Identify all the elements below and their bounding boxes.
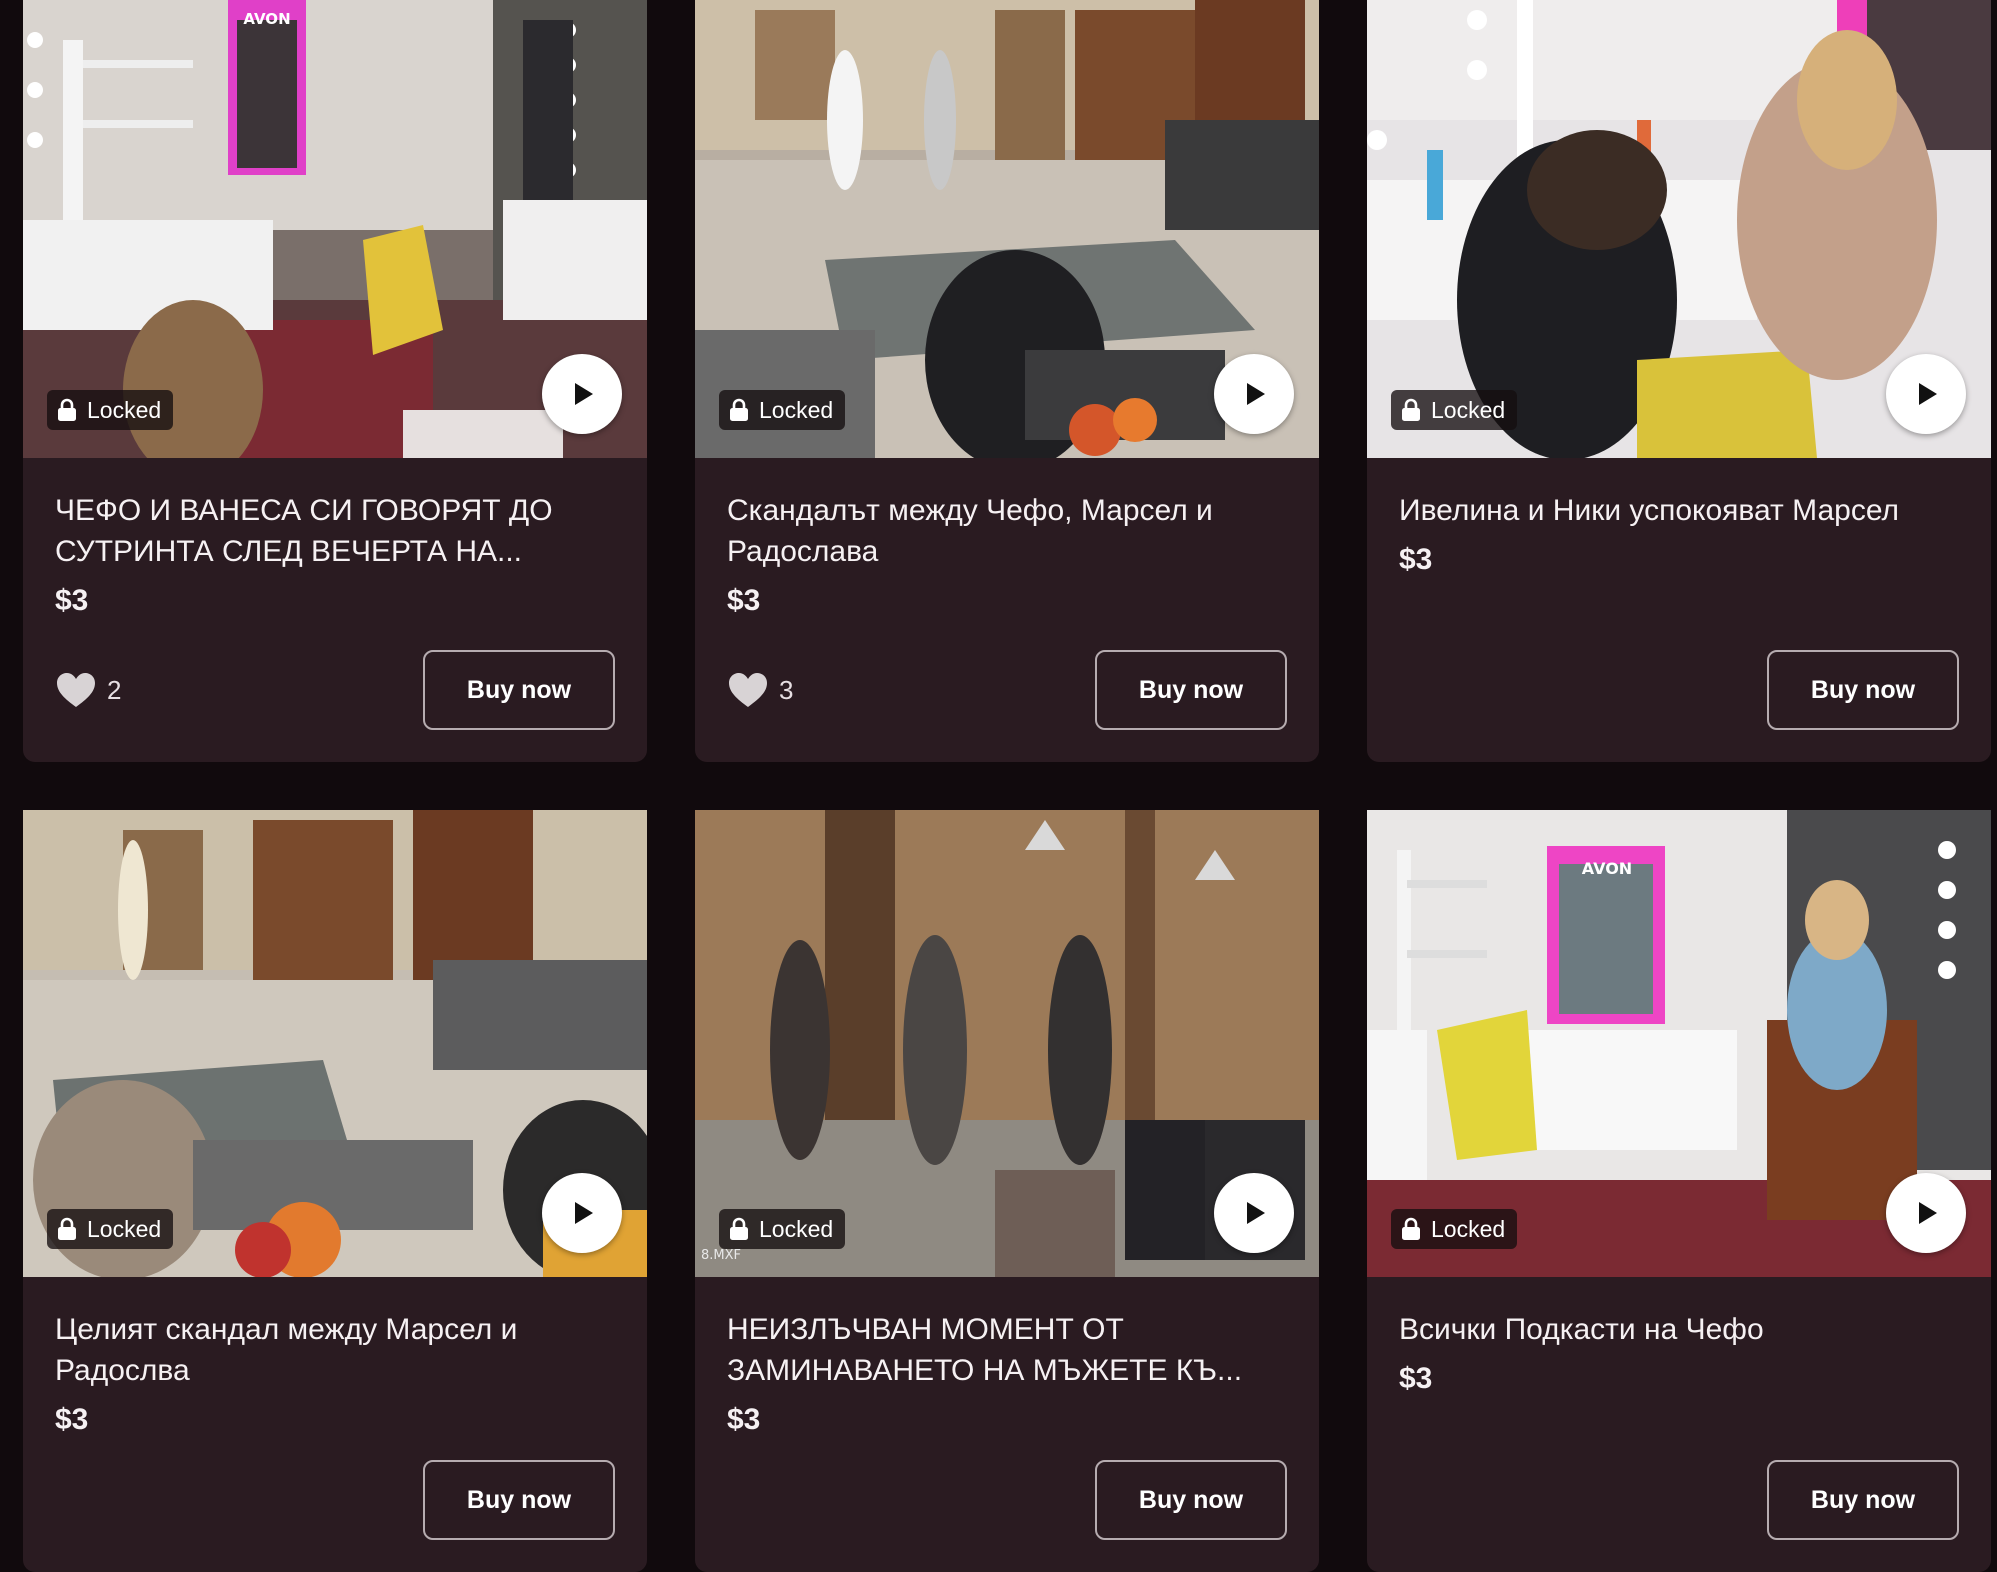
video-price: $3	[727, 584, 761, 617]
video-thumbnail[interactable]: 8.MXF Locked	[695, 810, 1319, 1277]
locked-label: Locked	[759, 396, 834, 423]
video-card[interactable]: 8.MXF Locked НЕИЗЛЪЧВАН МОМЕНТ ОТ ЗАМИНА…	[695, 810, 1319, 1572]
locked-label: Locked	[87, 396, 162, 423]
play-icon	[1247, 1202, 1265, 1224]
heart-icon	[57, 673, 95, 707]
buy-now-button[interactable]: Buy now	[1767, 1460, 1959, 1540]
buy-now-button[interactable]: Buy now	[423, 650, 615, 730]
video-title[interactable]: Скандалът между Чефо, Марсел и Радослава	[727, 490, 1287, 572]
video-price: $3	[1399, 543, 1433, 576]
buy-now-button[interactable]: Buy now	[1095, 1460, 1287, 1540]
play-icon	[575, 383, 593, 405]
locked-label: Locked	[759, 1215, 834, 1242]
video-title[interactable]: Всички Подкасти на Чефо	[1399, 1309, 1959, 1350]
play-icon	[1919, 383, 1937, 405]
lock-icon	[58, 1217, 76, 1240]
locked-badge: Locked	[719, 390, 846, 430]
locked-badge: Locked	[47, 1209, 174, 1249]
card-footer: 3 Buy now	[727, 650, 1287, 730]
heart-icon	[729, 673, 767, 707]
card-footer: Buy now	[1399, 650, 1959, 730]
play-button[interactable]	[1886, 354, 1966, 434]
video-thumbnail[interactable]: AVON Locked	[23, 0, 647, 458]
play-icon	[1247, 383, 1265, 405]
play-button[interactable]	[542, 1173, 622, 1253]
locked-label: Locked	[87, 1215, 162, 1242]
locked-badge: Locked	[47, 390, 174, 430]
video-price: $3	[55, 1403, 89, 1436]
video-grid: AVON Locked ЧЕФО И ВАНЕСА СИ ГОВОРЯТ ДО …	[23, 0, 1991, 1572]
like-count: 2	[107, 674, 122, 705]
lock-icon	[58, 398, 76, 421]
video-card[interactable]: Locked Ивелина и Ники успокояват Марсел …	[1367, 0, 1991, 762]
video-price: $3	[1399, 1362, 1433, 1395]
video-thumbnail[interactable]: Locked	[23, 810, 647, 1277]
video-title[interactable]: Ивелина и Ники успокояват Марсел	[1399, 490, 1959, 531]
lock-icon	[1402, 398, 1420, 421]
like-button[interactable]: 2	[55, 671, 121, 709]
locked-badge: Locked	[1391, 390, 1518, 430]
video-thumbnail[interactable]: Locked	[1367, 0, 1991, 458]
play-button[interactable]	[1886, 1173, 1966, 1253]
buy-now-button[interactable]: Buy now	[1767, 650, 1959, 730]
play-button[interactable]	[542, 354, 622, 434]
lock-icon	[730, 1217, 748, 1240]
buy-now-button[interactable]: Buy now	[423, 1460, 615, 1540]
video-card[interactable]: Locked Целият скандал между Марсел и Рад…	[23, 810, 647, 1572]
video-thumbnail[interactable]: Locked	[695, 0, 1319, 458]
video-card[interactable]: AVON Locked ЧЕФО И ВАНЕСА СИ ГОВОРЯТ ДО …	[23, 0, 647, 762]
video-thumbnail[interactable]: AVON Locked	[1367, 810, 1991, 1277]
lock-icon	[730, 398, 748, 421]
lock-icon	[1402, 1217, 1420, 1240]
locked-badge: Locked	[1391, 1209, 1518, 1249]
play-icon	[575, 1202, 593, 1224]
card-footer: Buy now	[1399, 1460, 1959, 1540]
card-footer: 2 Buy now	[55, 650, 615, 730]
play-button[interactable]	[1214, 1173, 1294, 1253]
card-footer: Buy now	[727, 1460, 1287, 1540]
video-price: $3	[727, 1403, 761, 1436]
locked-label: Locked	[1431, 396, 1506, 423]
like-button[interactable]: 3	[727, 671, 793, 709]
video-price: $3	[55, 584, 89, 617]
locked-label: Locked	[1431, 1215, 1506, 1242]
thumbnail-file-label: 8.MXF	[701, 1248, 741, 1263]
buy-now-button[interactable]: Buy now	[1095, 650, 1287, 730]
play-icon	[1919, 1202, 1937, 1224]
thumbnail-brand-text: AVON	[1582, 859, 1632, 878]
play-button[interactable]	[1214, 354, 1294, 434]
locked-badge: Locked	[719, 1209, 846, 1249]
video-title[interactable]: Целият скандал между Марсел и Радослва	[55, 1309, 615, 1391]
video-card[interactable]: Locked Скандалът между Чефо, Марсел и Ра…	[695, 0, 1319, 762]
card-footer: Buy now	[55, 1460, 615, 1540]
like-count: 3	[779, 674, 794, 705]
video-title[interactable]: НЕИЗЛЪЧВАН МОМЕНТ ОТ ЗАМИНАВАНЕТО НА МЪЖ…	[727, 1309, 1287, 1391]
thumbnail-brand-text: AVON	[243, 10, 290, 28]
video-title[interactable]: ЧЕФО И ВАНЕСА СИ ГОВОРЯТ ДО СУТРИНТА СЛЕ…	[55, 490, 615, 572]
video-card[interactable]: AVON Locked Всички Подкасти на Чефо $3 B…	[1367, 810, 1991, 1572]
